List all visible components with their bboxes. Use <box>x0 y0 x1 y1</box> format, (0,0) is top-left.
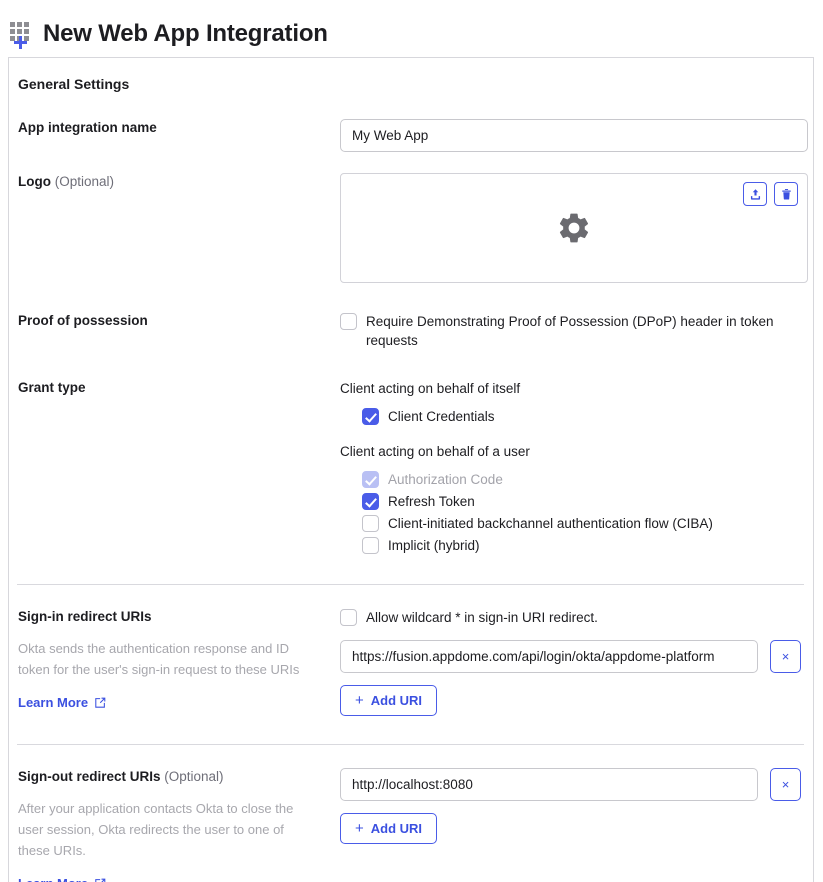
signin-redirect-label-col: Sign-in redirect URIs Okta sends the aut… <box>18 608 340 712</box>
divider-signin <box>17 584 804 585</box>
checkbox-allow-wildcard-label: Allow wildcard * in sign-in URI redirect… <box>366 608 598 627</box>
dpop-checkbox-line: Require Demonstrating Proof of Possessio… <box>340 312 813 350</box>
logo-upload-box[interactable] <box>340 173 808 283</box>
app-integration-name-label: App integration name <box>18 119 340 137</box>
signout-uri-line: × <box>340 768 813 801</box>
checkbox-implicit-hybrid-label: Implicit (hybrid) <box>388 536 480 555</box>
signin-redirect-uri-input[interactable] <box>340 640 758 673</box>
proof-of-possession-field: Require Demonstrating Proof of Possessio… <box>340 312 813 353</box>
grant-type-row: Grant type Client acting on behalf of it… <box>9 379 813 558</box>
grant-group-self-title: Client acting on behalf of itself <box>340 379 813 398</box>
checkbox-allow-wildcard[interactable] <box>340 609 357 626</box>
grant-item: Client-initiated backchannel authenticat… <box>362 514 813 533</box>
signin-uri-line: × <box>340 640 813 673</box>
grant-item: Authorization Code <box>362 470 813 489</box>
upload-icon <box>749 188 762 201</box>
signout-redirect-uri-input[interactable] <box>340 768 758 801</box>
grant-item: Refresh Token <box>362 492 813 511</box>
checkbox-refresh-token[interactable] <box>362 493 379 510</box>
signout-redirect-optional: (Optional) <box>164 769 223 784</box>
logo-row: Logo (Optional) <box>9 173 813 283</box>
grant-group-user-title: Client acting on behalf of a user <box>340 442 813 461</box>
divider-signout <box>17 744 804 745</box>
proof-of-possession-row: Proof of possession Require Demonstratin… <box>9 312 813 353</box>
signout-remove-uri-button[interactable]: × <box>770 768 801 801</box>
trash-icon <box>780 188 793 201</box>
app-integration-name-input[interactable] <box>340 119 808 152</box>
grant-item: Client Credentials <box>362 407 813 426</box>
signout-learn-more-text: Learn More <box>18 875 88 882</box>
plus-icon: + <box>355 821 364 836</box>
plus-icon <box>14 36 27 49</box>
signout-redirect-help: After your application contacts Okta to … <box>18 798 318 861</box>
page-header: New Web App Integration <box>0 0 823 55</box>
signout-redirect-field: × + Add URI <box>340 768 813 844</box>
checkbox-client-credentials-label: Client Credentials <box>388 407 495 426</box>
page-root: New Web App Integration General Settings… <box>0 0 823 882</box>
app-grid-add-icon <box>8 22 34 48</box>
signout-redirect-row: Sign-out redirect URIs (Optional) After … <box>9 768 813 882</box>
grant-group-self-items: Client Credentials <box>340 407 813 426</box>
grant-type-field: Client acting on behalf of itself Client… <box>340 379 813 558</box>
signout-learn-more-link[interactable]: Learn More <box>18 875 106 882</box>
signout-add-uri-button[interactable]: + Add URI <box>340 813 437 844</box>
logo-label-text: Logo <box>18 174 51 189</box>
dpop-checkbox-label: Require Demonstrating Proof of Possessio… <box>366 312 796 350</box>
signout-redirect-label: Sign-out redirect URIs <box>18 769 161 784</box>
proof-of-possession-label: Proof of possession <box>18 312 340 330</box>
grant-group-user-items: Authorization Code Refresh Token Client-… <box>340 470 813 555</box>
checkbox-refresh-token-label: Refresh Token <box>388 492 475 511</box>
grant-item: Implicit (hybrid) <box>362 536 813 555</box>
grant-group-user: Client acting on behalf of a user Author… <box>340 442 813 555</box>
wildcard-checkbox-line: Allow wildcard * in sign-in URI redirect… <box>340 608 813 627</box>
app-integration-name-field <box>340 119 813 152</box>
signin-add-uri-label: Add URI <box>371 693 422 708</box>
external-link-icon <box>94 697 106 709</box>
logo-upload-button[interactable] <box>743 182 767 206</box>
signout-redirect-label-line: Sign-out redirect URIs (Optional) <box>18 768 328 786</box>
signin-remove-uri-button[interactable]: × <box>770 640 801 673</box>
general-settings-card: General Settings App integration name Lo… <box>8 57 814 882</box>
checkbox-implicit-hybrid[interactable] <box>362 537 379 554</box>
signin-redirect-field: Allow wildcard * in sign-in URI redirect… <box>340 608 813 716</box>
signin-redirect-label: Sign-in redirect URIs <box>18 608 328 626</box>
external-link-icon <box>94 878 106 882</box>
app-integration-name-row: App integration name <box>9 119 813 152</box>
signin-add-uri-button[interactable]: + Add URI <box>340 685 437 716</box>
logo-label: Logo (Optional) <box>18 173 340 191</box>
checkbox-authorization-code <box>362 471 379 488</box>
signout-add-uri-label: Add URI <box>371 821 422 836</box>
signin-redirect-row: Sign-in redirect URIs Okta sends the aut… <box>9 608 813 716</box>
checkbox-ciba-label: Client-initiated backchannel authenticat… <box>388 514 713 533</box>
plus-icon: + <box>355 693 364 708</box>
grant-group-self: Client acting on behalf of itself Client… <box>340 379 813 426</box>
dpop-checkbox[interactable] <box>340 313 357 330</box>
logo-delete-button[interactable] <box>774 182 798 206</box>
checkbox-ciba[interactable] <box>362 515 379 532</box>
signin-learn-more-link[interactable]: Learn More <box>18 694 106 712</box>
checkbox-authorization-code-label: Authorization Code <box>388 470 503 489</box>
grant-type-label: Grant type <box>18 379 340 397</box>
logo-optional-text: (Optional) <box>55 174 114 189</box>
gear-icon <box>556 210 592 246</box>
logo-placeholder <box>341 174 807 282</box>
card-title: General Settings <box>9 58 813 92</box>
signout-redirect-label-col: Sign-out redirect URIs (Optional) After … <box>18 768 340 882</box>
logo-actions <box>743 182 798 206</box>
page-title: New Web App Integration <box>43 20 328 48</box>
signin-learn-more-text: Learn More <box>18 694 88 712</box>
logo-field <box>340 173 813 283</box>
checkbox-client-credentials[interactable] <box>362 408 379 425</box>
signin-redirect-help: Okta sends the authentication response a… <box>18 638 318 680</box>
